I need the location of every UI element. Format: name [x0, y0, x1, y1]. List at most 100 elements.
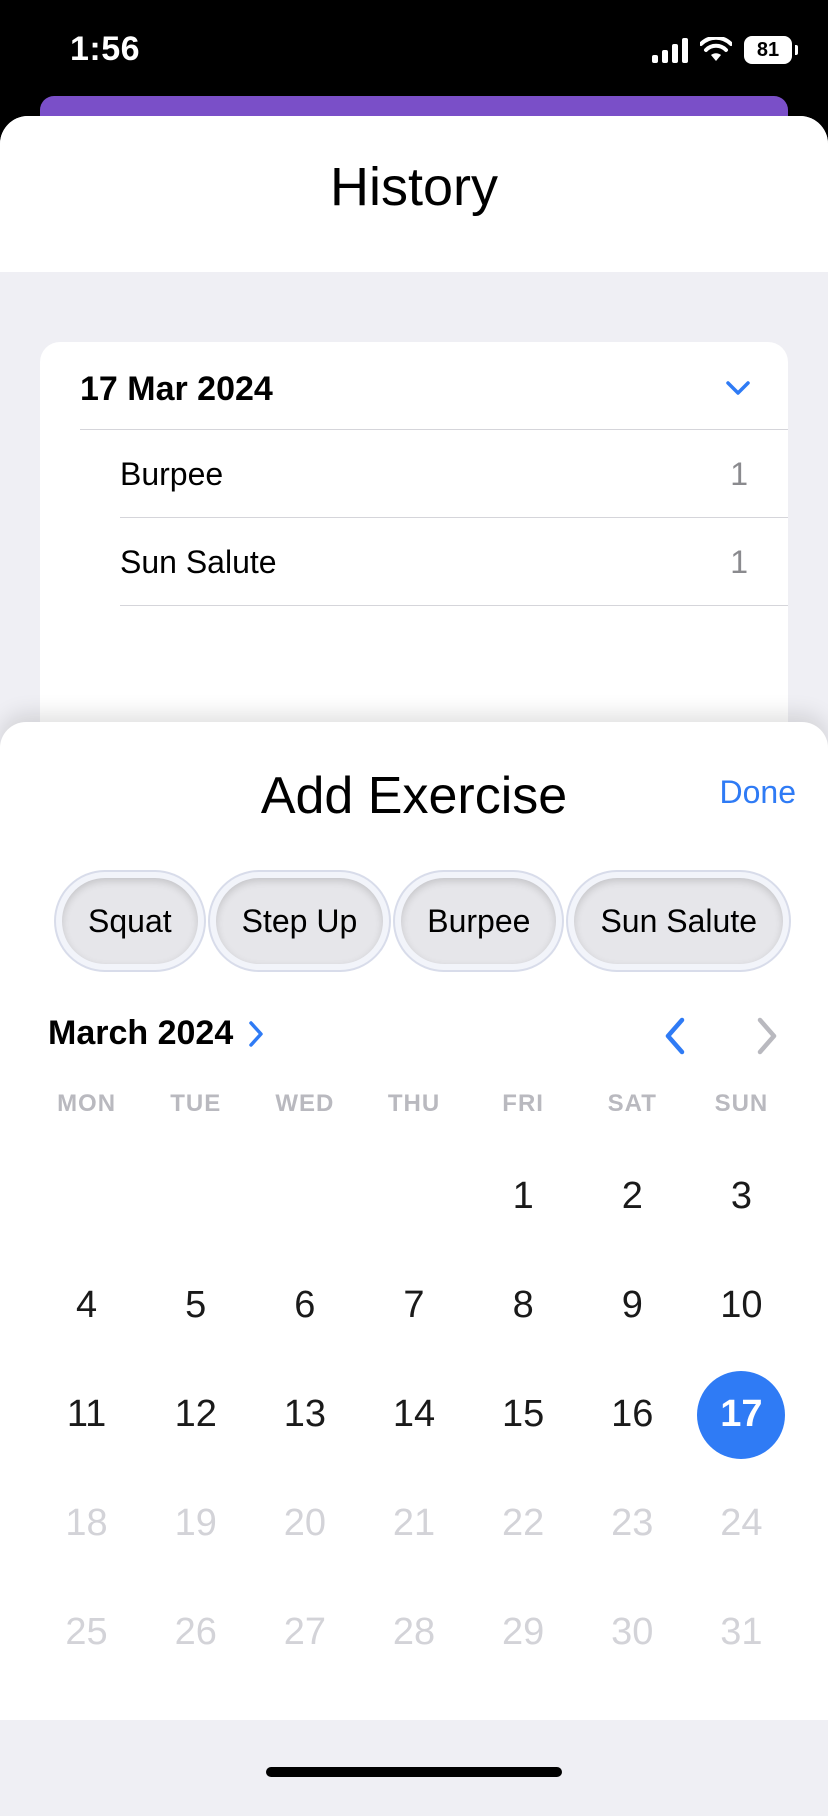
calendar-day[interactable]: 7 — [359, 1251, 468, 1360]
calendar-day: 20 — [250, 1469, 359, 1578]
calendar-day-number: 14 — [392, 1393, 436, 1435]
weekday-label: MON — [57, 1090, 117, 1117]
calendar-day-number: 28 — [392, 1611, 436, 1653]
calendar-day[interactable]: 16 — [578, 1360, 687, 1469]
exercise-name: Sun Salute — [120, 544, 277, 580]
weekday-label: SUN — [714, 1090, 769, 1117]
calendar-day: 22 — [469, 1469, 578, 1578]
calendar-day-number: 26 — [174, 1611, 217, 1653]
calendar-day: 27 — [250, 1578, 359, 1687]
calendar-day-number: 8 — [512, 1284, 534, 1326]
wifi-icon — [700, 37, 732, 61]
calendar-day-number: 30 — [611, 1611, 654, 1653]
exercise-count: 1 — [730, 456, 748, 492]
calendar-day[interactable]: 2 — [578, 1142, 687, 1251]
exercise-chip-sun-salute[interactable]: Sun Salute — [574, 878, 783, 964]
next-month-button[interactable] — [754, 1014, 780, 1058]
calendar-day[interactable]: 3 — [687, 1142, 796, 1251]
calendar-empty-cell — [32, 1142, 141, 1251]
calendar-day: 29 — [469, 1578, 578, 1687]
calendar-day[interactable]: 6 — [250, 1251, 359, 1360]
calendar-day: 24 — [687, 1469, 796, 1578]
calendar-empty-cell — [141, 1142, 250, 1251]
history-header: History — [0, 116, 828, 272]
bottom-safe-area — [0, 1720, 828, 1792]
battery-icon: 81 — [744, 36, 798, 64]
calendar-day: 30 — [578, 1578, 687, 1687]
cellular-signal-icon — [652, 37, 688, 63]
calendar-day[interactable]: 10 — [687, 1251, 796, 1360]
calendar-day[interactable]: 14 — [359, 1360, 468, 1469]
calendar-day-number: 24 — [720, 1502, 763, 1544]
calendar-day-number: 10 — [720, 1284, 763, 1326]
divider — [120, 605, 788, 606]
calendar-day: 31 — [687, 1578, 796, 1687]
calendar-day[interactable]: 5 — [141, 1251, 250, 1360]
exercise-chip-burpee[interactable]: Burpee — [401, 878, 557, 964]
exercise-chip-step-up[interactable]: Step Up — [215, 878, 384, 964]
done-button[interactable]: Done — [720, 774, 797, 811]
calendar-day-number: 6 — [294, 1284, 316, 1326]
month-picker-button[interactable]: March 2024 — [48, 1014, 265, 1053]
calendar-day-number: 9 — [621, 1284, 643, 1326]
calendar-day-number: 1 — [512, 1175, 534, 1217]
list-item[interactable]: Sun Salute 1 — [120, 517, 788, 606]
exercise-chips: Squat Step Up Burpee Sun Salute — [58, 870, 787, 972]
calendar-day-number: 22 — [501, 1502, 545, 1544]
calendar-day-number: 29 — [501, 1611, 545, 1653]
status-time: 1:56 — [70, 30, 141, 68]
exercise-count: 1 — [730, 544, 748, 580]
calendar-day: 26 — [141, 1578, 250, 1687]
history-date[interactable]: 17 Mar 2024 — [80, 370, 273, 409]
month-label: March 2024 — [48, 1014, 234, 1052]
calendar-day-number: 23 — [611, 1502, 654, 1544]
weekday-label: FRI — [502, 1090, 544, 1117]
sheet-title: Add Exercise — [260, 767, 568, 825]
exercise-name: Burpee — [120, 456, 224, 492]
calendar-day-number: 11 — [66, 1393, 107, 1435]
calendar-day[interactable]: 15 — [469, 1360, 578, 1469]
calendar-day-selected[interactable]: 17 — [687, 1360, 796, 1469]
page-title: History — [329, 157, 498, 217]
calendar-day-number: 12 — [174, 1393, 217, 1435]
calendar-day-number: 21 — [392, 1502, 436, 1544]
calendar-day-number: 15 — [501, 1393, 545, 1435]
calendar-day[interactable]: 4 — [32, 1251, 141, 1360]
chevron-down-icon[interactable] — [724, 378, 752, 398]
calendar-day-number: 20 — [283, 1502, 326, 1544]
calendar-day-number: 13 — [283, 1393, 326, 1435]
home-indicator — [266, 1767, 562, 1777]
exercise-chip-squat[interactable]: Squat — [62, 878, 198, 964]
calendar-day[interactable]: 1 — [469, 1142, 578, 1251]
weekday-label: WED — [275, 1090, 335, 1117]
list-item[interactable]: Burpee 1 — [80, 429, 788, 518]
weekday-label: TUE — [170, 1090, 222, 1117]
add-exercise-sheet: Add Exercise Done Squat Step Up Burpee S… — [0, 722, 828, 1720]
calendar-day[interactable]: 12 — [141, 1360, 250, 1469]
calendar-day: 23 — [578, 1469, 687, 1578]
calendar-day-number: 19 — [174, 1502, 217, 1544]
calendar-day-number: 25 — [65, 1611, 108, 1653]
calendar-day: 28 — [359, 1578, 468, 1687]
previous-month-button[interactable] — [662, 1014, 688, 1058]
status-icons: 81 — [652, 30, 798, 70]
calendar-day[interactable]: 8 — [469, 1251, 578, 1360]
calendar-day-number: 18 — [65, 1502, 108, 1544]
calendar-day-number: 4 — [76, 1284, 98, 1326]
weekday-label: THU — [387, 1090, 441, 1117]
calendar-day[interactable]: 11 — [32, 1360, 141, 1469]
calendar-day-number: 31 — [720, 1611, 763, 1653]
calendar-empty-cell — [250, 1142, 359, 1251]
calendar-day-number: 5 — [185, 1284, 207, 1326]
chevron-right-icon — [249, 1020, 263, 1047]
calendar-day: 19 — [141, 1469, 250, 1578]
calendar-day: 18 — [32, 1469, 141, 1578]
calendar-day-number: 17 — [697, 1370, 786, 1459]
calendar-day[interactable]: 13 — [250, 1360, 359, 1469]
calendar-day[interactable]: 9 — [578, 1251, 687, 1360]
calendar-day-number: 3 — [730, 1175, 752, 1217]
calendar-day-number: 27 — [283, 1611, 326, 1653]
weekday-label: SAT — [607, 1090, 657, 1117]
calendar-grid: 1 2 3 4 5 6 7 8 9 10 11 12 13 14 15 16 17 18 19 20 21 22 23 24 2… — [32, 1142, 796, 1687]
calendar-empty-cell — [359, 1142, 468, 1251]
